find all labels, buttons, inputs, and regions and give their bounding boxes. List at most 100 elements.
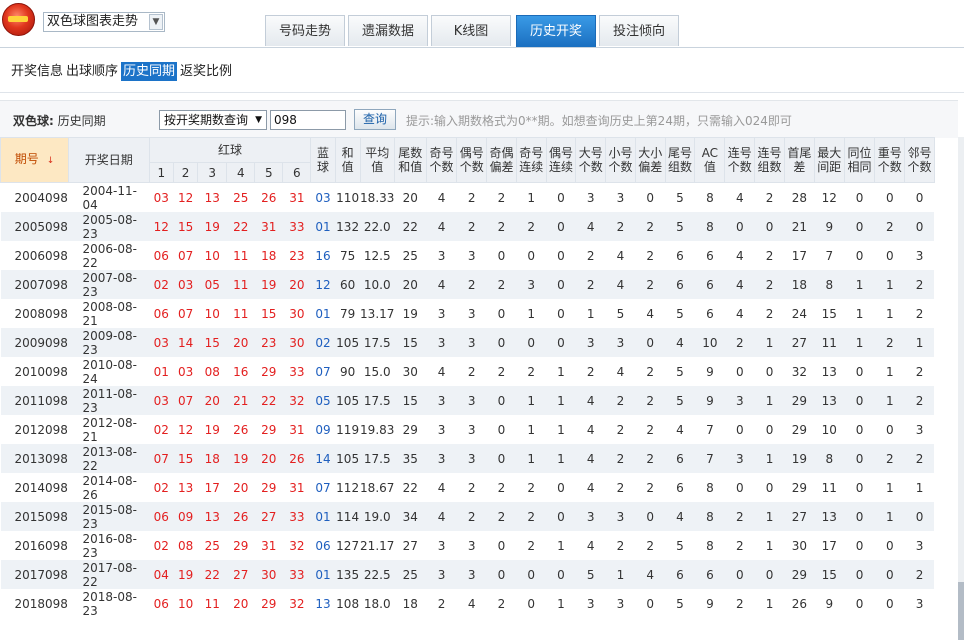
issue-cell: 2007098 xyxy=(0,270,69,299)
stat-cell: 17 xyxy=(814,531,845,560)
red-ball-cell: 20 xyxy=(226,328,255,357)
query-button[interactable]: 查询 xyxy=(354,109,396,130)
stat-cell: 2 xyxy=(486,270,517,299)
stat-cell: 18.33 xyxy=(360,182,395,212)
stat-cell: 27 xyxy=(784,502,815,531)
stat-cell: 29 xyxy=(394,415,427,444)
subnav-history-same-period[interactable]: 历史同期 xyxy=(121,62,178,81)
stat-cell: 12 xyxy=(814,182,845,212)
stat-cell: 1 xyxy=(754,502,785,531)
red-ball-cell: 13 xyxy=(197,502,227,531)
stat-cell: 4 xyxy=(575,386,606,415)
red-ball-cell: 08 xyxy=(197,357,227,386)
stat-cell: 3 xyxy=(904,415,935,444)
tab-betting-tendency[interactable]: 投注倾向 xyxy=(599,15,679,46)
stat-cell: 4 xyxy=(426,270,457,299)
stat-cell: 4 xyxy=(456,589,487,618)
red-ball-cell: 30 xyxy=(254,560,283,589)
stat-cell: 2 xyxy=(486,589,517,618)
red-ball-cell: 11 xyxy=(226,299,255,328)
red-ball-cell: 03 xyxy=(173,357,198,386)
stat-cell: 4 xyxy=(605,270,636,299)
red-ball-cell: 19 xyxy=(254,270,283,299)
history-draw-table: 期号 ↓ 开奖日期 红球蓝球和值平均值尾数 和值 奇号 个数 偶号 个数 奇偶 偏差 奇号 连续 偶号 连续… xyxy=(0,137,964,618)
stat-cell: 9 xyxy=(694,386,725,415)
red-ball-cell: 31 xyxy=(282,182,311,212)
stat-cell: 0 xyxy=(724,415,755,444)
red-ball-cell: 20 xyxy=(282,270,311,299)
table-row: 2004098 2004-11-04 03 12 13 25 26 31 03 110 18.33 2… xyxy=(0,182,964,212)
stat-cell: 4 xyxy=(605,357,636,386)
chart-type-select[interactable]: 双色球图表走势 ▼ xyxy=(43,12,165,32)
red-ball-cell: 22 xyxy=(226,212,255,241)
stat-cell: 1 xyxy=(516,386,547,415)
subnav-ball-order[interactable]: 出球顺序 xyxy=(64,62,120,81)
stat-cell: 0 xyxy=(754,357,785,386)
stat-cell: 2 xyxy=(635,531,666,560)
sort-desc-icon[interactable]: ↓ xyxy=(47,156,55,166)
red-ball-cell: 07 xyxy=(173,241,198,270)
stat-cell: 0 xyxy=(486,299,517,328)
issue-cell: 2012098 xyxy=(0,415,69,444)
stat-cell: 1 xyxy=(874,502,905,531)
stat-cell: 6 xyxy=(665,241,695,270)
stat-cell: 10 xyxy=(694,328,725,357)
issue-number-input[interactable]: 098 xyxy=(270,110,346,130)
red-ball-cell: 10 xyxy=(197,241,227,270)
date-cell: 2012-08-21 xyxy=(68,415,150,444)
stat-cell: 27 xyxy=(394,531,427,560)
stat-cell: 0 xyxy=(546,299,576,328)
column-header-red-position: 6 xyxy=(282,162,312,183)
tab-history-draws[interactable]: 历史开奖 xyxy=(516,15,596,47)
tab-k-line[interactable]: K线图 xyxy=(431,15,511,46)
red-ball-cell: 25 xyxy=(226,182,255,212)
issue-cell: 2009098 xyxy=(0,328,69,357)
blue-ball-cell: 01 xyxy=(310,560,336,589)
red-ball-cell: 06 xyxy=(149,299,174,328)
subnav-payout-ratio[interactable]: 返奖比例 xyxy=(178,62,234,81)
red-ball-cell: 19 xyxy=(226,444,255,473)
stat-cell: 108 xyxy=(335,589,361,618)
issue-cell: 2013098 xyxy=(0,444,69,473)
stat-cell: 132 xyxy=(335,212,361,241)
stat-cell: 11 xyxy=(814,328,845,357)
stat-cell: 127 xyxy=(335,531,361,560)
stat-cell: 0 xyxy=(546,328,576,357)
stat-cell: 6 xyxy=(665,270,695,299)
stat-cell: 2 xyxy=(904,444,935,473)
column-header-stat: 连号 个数 xyxy=(724,137,756,183)
date-cell: 2011-08-23 xyxy=(68,386,150,415)
stat-cell: 0 xyxy=(516,589,547,618)
query-mode-select[interactable]: 按开奖期数查询 ▼ xyxy=(159,110,267,130)
stat-cell: 75 xyxy=(335,241,361,270)
blue-ball-cell: 14 xyxy=(310,444,336,473)
stat-cell: 3 xyxy=(724,444,755,473)
stat-cell: 5 xyxy=(665,182,695,212)
tab-number-trend[interactable]: 号码走势 xyxy=(265,15,345,46)
column-header-red-position: 4 xyxy=(226,162,256,183)
stat-cell: 5 xyxy=(665,531,695,560)
red-ball-cell: 15 xyxy=(173,212,198,241)
stat-cell: 0 xyxy=(546,212,576,241)
column-header-issue[interactable]: 期号 ↓ xyxy=(0,137,69,183)
stat-cell: 0 xyxy=(874,589,905,618)
stat-cell: 26 xyxy=(784,589,815,618)
stat-cell: 2 xyxy=(904,299,935,328)
stat-cell: 3 xyxy=(575,589,606,618)
stat-cell: 0 xyxy=(486,386,517,415)
chevron-down-icon[interactable]: ▼ xyxy=(149,14,163,30)
stat-cell: 21 xyxy=(784,212,815,241)
stat-cell: 2 xyxy=(456,502,487,531)
tab-missing-data[interactable]: 遗漏数据 xyxy=(348,15,428,46)
stat-cell: 15 xyxy=(814,299,845,328)
scrollbar-thumb[interactable] xyxy=(958,582,964,640)
stat-cell: 6 xyxy=(665,444,695,473)
subnav-draw-info[interactable]: 开奖信息 xyxy=(9,62,65,81)
stat-cell: 2 xyxy=(575,357,606,386)
red-ball-cell: 25 xyxy=(197,531,227,560)
red-ball-cell: 07 xyxy=(173,299,198,328)
stat-cell: 20 xyxy=(394,270,427,299)
stat-cell: 2 xyxy=(874,444,905,473)
vertical-scrollbar[interactable] xyxy=(958,137,964,640)
red-ball-cell: 10 xyxy=(197,299,227,328)
